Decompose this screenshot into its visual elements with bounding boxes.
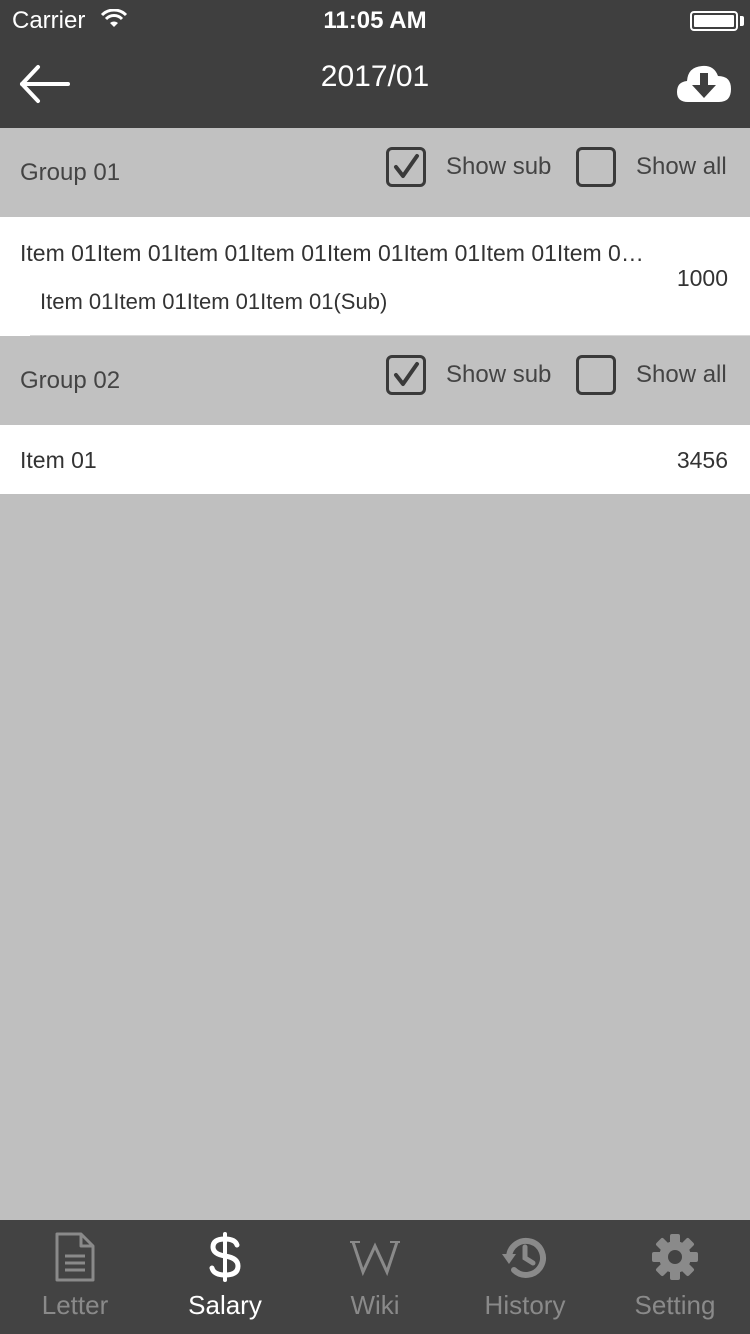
navigation-header: Carrier 11:05 AM 2017/01 — [0, 0, 750, 128]
show-all-checkbox[interactable]: Show all — [576, 147, 727, 187]
checkbox-box — [576, 147, 616, 187]
tab-label: History — [484, 1290, 566, 1320]
wiki-icon — [350, 1232, 400, 1282]
tab-salary[interactable]: Salary — [150, 1220, 300, 1334]
show-all-checkbox[interactable]: Show all — [576, 355, 727, 395]
show-all-label: Show all — [636, 361, 727, 388]
show-sub-label: Show sub — [446, 361, 552, 388]
checkbox-box — [386, 147, 426, 187]
arrow-left-icon — [20, 65, 70, 103]
history-icon — [500, 1232, 550, 1282]
tab-label: Letter — [41, 1290, 109, 1320]
checkmark-icon — [394, 154, 419, 178]
tab-wiki[interactable]: Wiki — [300, 1220, 450, 1334]
list-item[interactable]: Item 01 3456 — [0, 425, 750, 494]
tab-bar: Letter Salary Wiki History Setting — [0, 1220, 750, 1334]
show-sub-checkbox[interactable]: Show sub — [386, 355, 551, 395]
app-screen: Carrier 11:05 AM 2017/01 Group 01 Show s… — [0, 0, 750, 1334]
checkbox-box — [576, 355, 616, 395]
download-button[interactable] — [674, 56, 734, 112]
gear-icon — [650, 1232, 700, 1282]
item-value: 3456 — [676, 447, 728, 473]
salary-list: Group 01 Show sub Show all Item 01Item 0… — [0, 128, 750, 494]
tab-letter[interactable]: Letter — [0, 1220, 150, 1334]
show-sub-label: Show sub — [446, 153, 552, 180]
status-time: 11:05 AM — [323, 7, 427, 34]
tab-label: Salary — [188, 1290, 262, 1320]
battery-icon — [690, 11, 738, 31]
item-sub-name: Item 01Item 01Item 01Item 01(Sub) — [40, 289, 388, 314]
checkmark-icon — [394, 362, 419, 386]
show-all-label: Show all — [636, 153, 727, 180]
item-name: Item 01Item 01Item 01Item 01Item 01Item … — [20, 240, 650, 266]
item-name: Item 01 — [20, 447, 97, 473]
checkbox-box — [386, 355, 426, 395]
dollar-icon — [200, 1232, 250, 1282]
back-button[interactable] — [14, 54, 74, 114]
battery-tip — [740, 16, 744, 26]
tab-history[interactable]: History — [450, 1220, 600, 1334]
group-header: Group 01 Show sub Show all — [0, 128, 750, 217]
cloud-download-icon — [677, 65, 731, 102]
tab-label: Wiki — [350, 1290, 400, 1320]
group-title: Group 01 — [20, 159, 121, 186]
tab-setting[interactable]: Setting — [600, 1220, 750, 1334]
page-title: 2017/01 — [320, 60, 430, 93]
tab-label: Setting — [634, 1290, 716, 1320]
status-bar: Carrier 11:05 AM — [0, 0, 750, 40]
item-value: 1000 — [676, 265, 728, 291]
group-title: Group 02 — [20, 367, 121, 394]
document-icon — [50, 1232, 100, 1282]
list-item[interactable]: Item 01Item 01Item 01Item 01Item 01Item … — [0, 217, 750, 336]
show-sub-checkbox[interactable]: Show sub — [386, 147, 551, 187]
group-header: Group 02 Show sub Show all — [0, 336, 750, 425]
